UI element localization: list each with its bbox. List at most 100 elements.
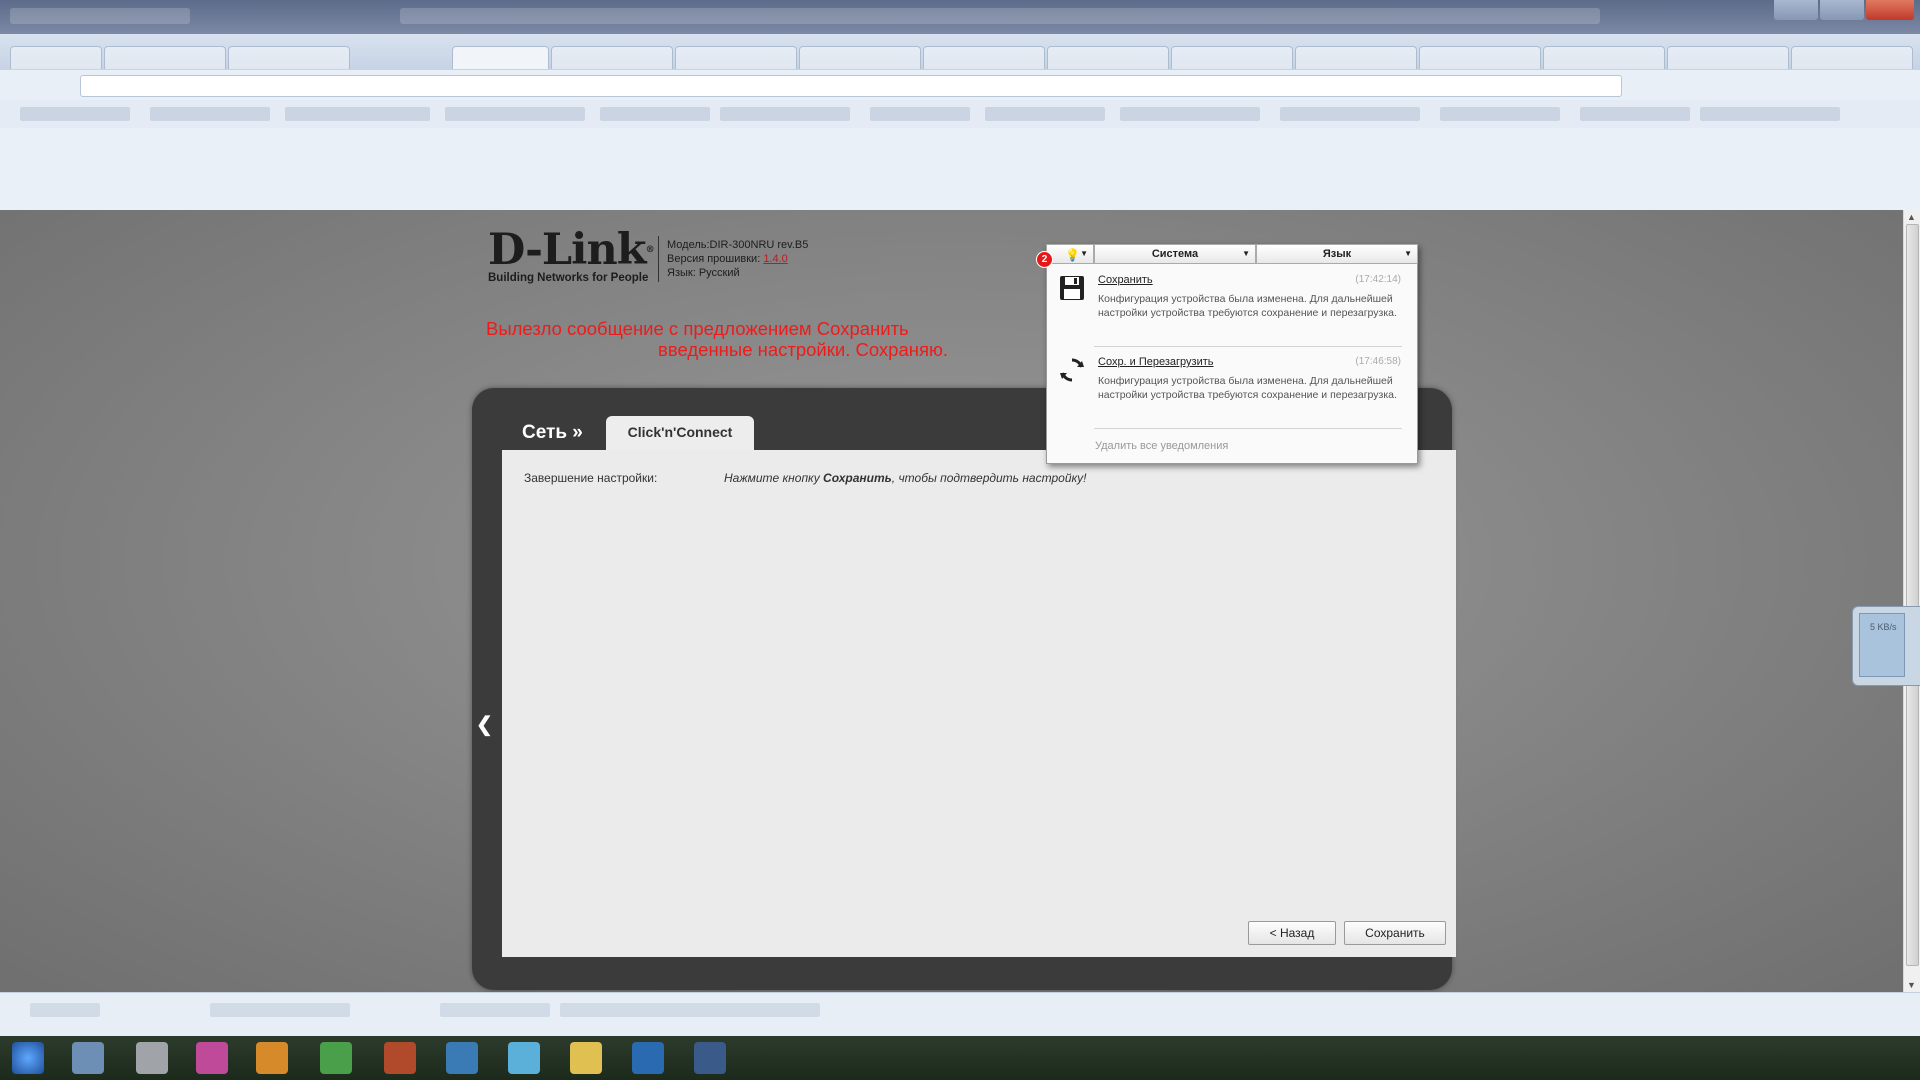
taskbar-app-icon[interactable] bbox=[136, 1042, 168, 1074]
browser-tab[interactable] bbox=[1543, 46, 1665, 69]
window-controls bbox=[1772, 0, 1914, 20]
taskbar-app-icon[interactable] bbox=[694, 1042, 726, 1074]
notification-text: Конфигурация устройства была изменена. Д… bbox=[1098, 293, 1397, 319]
model-line: Модель:DIR-300NRU rev.B5 bbox=[667, 239, 809, 251]
network-speed-widget[interactable]: 5 KB/s bbox=[1852, 606, 1920, 686]
windows-taskbar bbox=[0, 1036, 1920, 1080]
browser-tab[interactable] bbox=[551, 46, 673, 69]
taskbar-app-icon[interactable] bbox=[256, 1042, 288, 1074]
collapse-arrow-icon[interactable]: ❮ bbox=[476, 712, 493, 737]
scrollbar-thumb[interactable] bbox=[1906, 224, 1919, 966]
notifications-button[interactable]: 💡 ▼ bbox=[1046, 244, 1094, 264]
bookmark-item[interactable] bbox=[150, 107, 270, 121]
reload-icon bbox=[1060, 358, 1084, 382]
browser-tab[interactable] bbox=[1791, 46, 1913, 69]
minimize-button[interactable] bbox=[1774, 0, 1818, 20]
browser-tab[interactable] bbox=[1295, 46, 1417, 69]
hint-suffix: , чтобы подтвердить настройку! bbox=[891, 471, 1087, 485]
bookmark-item[interactable] bbox=[870, 107, 970, 121]
bookmark-item[interactable] bbox=[285, 107, 430, 121]
browser-tab[interactable] bbox=[1047, 46, 1169, 69]
title-bar-blur bbox=[10, 8, 190, 24]
bookmark-item[interactable] bbox=[985, 107, 1105, 121]
taskbar-app-icon[interactable] bbox=[508, 1042, 540, 1074]
bookmark-item[interactable] bbox=[445, 107, 585, 121]
status-item bbox=[560, 1003, 820, 1017]
browser-tab[interactable] bbox=[1171, 46, 1293, 69]
back-button[interactable]: < Назад bbox=[1248, 921, 1336, 945]
annotation-line-2: введенные настройки. Сохраняю. bbox=[658, 339, 948, 360]
bookmark-item[interactable] bbox=[1120, 107, 1260, 121]
taskbar-app-icon[interactable] bbox=[446, 1042, 478, 1074]
notification-divider bbox=[1094, 428, 1402, 429]
save-button[interactable]: Сохранить bbox=[1344, 921, 1446, 945]
start-button-icon[interactable] bbox=[12, 1042, 44, 1074]
widget-speed-text: 5 KB/s bbox=[1870, 622, 1897, 632]
language-menu[interactable]: Язык ▼ bbox=[1256, 244, 1418, 264]
taskbar-app-icon[interactable] bbox=[570, 1042, 602, 1074]
browser-tab-strip bbox=[0, 34, 1920, 70]
bookmark-item[interactable] bbox=[1580, 107, 1690, 121]
lightbulb-icon: 💡 bbox=[1065, 248, 1080, 262]
browser-tab[interactable] bbox=[1419, 46, 1541, 69]
browser-tab[interactable] bbox=[675, 46, 797, 69]
notification-divider bbox=[1094, 346, 1402, 347]
notification-count-badge: 2 bbox=[1036, 251, 1053, 268]
browser-nav-bar bbox=[0, 70, 1920, 101]
language-menu-label: Язык bbox=[1322, 248, 1352, 260]
chevron-down-icon: ▼ bbox=[1080, 249, 1088, 258]
annotation-text: Вылезло сообщение с предложением Сохрани… bbox=[486, 318, 948, 360]
bookmark-item[interactable] bbox=[1280, 107, 1420, 121]
hint-bold: Сохранить bbox=[823, 471, 892, 485]
browser-tab[interactable] bbox=[104, 46, 226, 69]
browser-tab[interactable] bbox=[228, 46, 350, 69]
taskbar-app-icon[interactable] bbox=[196, 1042, 228, 1074]
tab-clicknconnect[interactable]: Click'n'Connect bbox=[606, 416, 754, 450]
delete-all-notifications-link[interactable]: Удалить все уведомления bbox=[1095, 440, 1228, 452]
floppy-disk-icon bbox=[1060, 276, 1084, 300]
bookmark-item[interactable] bbox=[600, 107, 710, 121]
notification-time: (17:46:58) bbox=[1355, 356, 1401, 367]
maximize-button[interactable] bbox=[1820, 0, 1864, 20]
notification-title-link[interactable]: Сохранить bbox=[1098, 274, 1153, 286]
dlink-logo: D-Link® Building Networks for People bbox=[488, 229, 655, 285]
chevron-down-icon: ▼ bbox=[1404, 249, 1412, 258]
browser-tab[interactable] bbox=[1667, 46, 1789, 69]
firmware-version-link[interactable]: 1.4.0 bbox=[763, 253, 787, 265]
bookmark-item[interactable] bbox=[20, 107, 130, 121]
title-bar-blur bbox=[400, 8, 1600, 24]
bookmarks-bar bbox=[0, 100, 1920, 128]
device-info: Модель:DIR-300NRU rev.B5 Версия прошивки… bbox=[667, 238, 808, 280]
browser-tab[interactable] bbox=[10, 46, 102, 69]
status-item bbox=[30, 1003, 100, 1017]
bookmark-item[interactable] bbox=[720, 107, 850, 121]
taskbar-app-icon[interactable] bbox=[72, 1042, 104, 1074]
notification-time: (17:42:14) bbox=[1355, 274, 1401, 285]
annotation-line-1: Вылезло сообщение с предложением Сохрани… bbox=[486, 318, 909, 339]
section-title[interactable]: Сеть » bbox=[522, 422, 583, 444]
content-panel bbox=[502, 450, 1456, 957]
close-window-button[interactable] bbox=[1866, 0, 1914, 20]
bookmark-item[interactable] bbox=[1700, 107, 1840, 121]
system-menu[interactable]: Система ▼ bbox=[1094, 244, 1256, 264]
address-bar[interactable] bbox=[80, 75, 1622, 97]
logo-divider bbox=[658, 236, 659, 282]
chevron-down-icon: ▼ bbox=[1242, 249, 1250, 258]
vertical-scrollbar[interactable]: ▲ ▼ bbox=[1903, 210, 1920, 992]
notification-text: Конфигурация устройства была изменена. Д… bbox=[1098, 375, 1397, 401]
taskbar-app-icon[interactable] bbox=[320, 1042, 352, 1074]
scroll-down-icon[interactable]: ▼ bbox=[1907, 980, 1916, 990]
browser-tab[interactable] bbox=[923, 46, 1045, 69]
browser-tab[interactable] bbox=[799, 46, 921, 69]
browser-extension-toolbar bbox=[0, 128, 1920, 211]
taskbar-app-icon[interactable] bbox=[384, 1042, 416, 1074]
browser-tab-active[interactable] bbox=[452, 46, 549, 69]
scroll-up-icon[interactable]: ▲ bbox=[1907, 212, 1916, 222]
browser-status-bar bbox=[0, 992, 1920, 1037]
taskbar-app-icon[interactable] bbox=[632, 1042, 664, 1074]
finish-setup-hint: Нажмите кнопку Сохранить, чтобы подтверд… bbox=[724, 471, 1087, 485]
browser-title-bar bbox=[0, 0, 1920, 34]
bookmark-item[interactable] bbox=[1440, 107, 1560, 121]
language-line: Язык: Русский bbox=[667, 267, 740, 279]
notification-title-link[interactable]: Сохр. и Перезагрузить bbox=[1098, 356, 1214, 368]
